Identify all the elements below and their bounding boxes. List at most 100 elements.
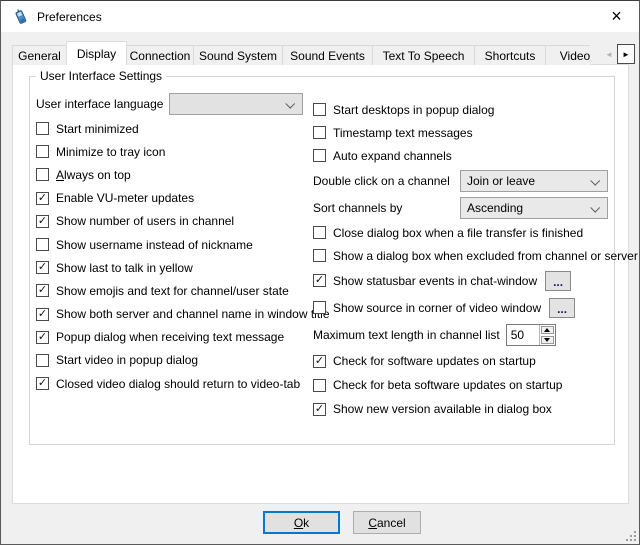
window-title: Preferences <box>37 10 102 24</box>
close-button[interactable]: × <box>594 1 639 32</box>
checkbox[interactable] <box>36 168 49 181</box>
tab-sound-events[interactable]: Sound Events <box>282 45 373 65</box>
checkbox-label[interactable]: Show new version available in dialog box <box>333 402 552 416</box>
checkbox-label[interactable]: Show source in corner of video window <box>333 301 541 315</box>
checkbox-label[interactable]: Closed video dialog should return to vid… <box>56 377 300 391</box>
checkbox[interactable] <box>36 122 49 135</box>
checkbox[interactable] <box>313 379 326 392</box>
tab-connection[interactable]: Connection <box>126 45 194 65</box>
checkbox[interactable] <box>313 249 326 262</box>
tab-sound-system[interactable]: Sound System <box>193 45 283 65</box>
cancel-button[interactable]: Cancel <box>353 511 421 534</box>
checkbox[interactable]: ✓ <box>36 308 49 321</box>
spinner-label: Maximum text length in channel list <box>313 328 500 342</box>
group-title: User Interface Settings <box>36 69 166 83</box>
dropdown-row: Double click on a channel Join or leave <box>313 167 615 194</box>
checkbox[interactable] <box>36 354 49 367</box>
arrow-up-icon <box>544 328 550 332</box>
checkbox-row: ✓ Popup dialog when receiving text messa… <box>36 326 312 349</box>
video-source-ellipsis-button[interactable]: ... <box>549 298 575 318</box>
checkbox-label[interactable]: Always on top <box>56 168 131 182</box>
checkbox-label[interactable]: Show last to talk in yellow <box>56 261 193 275</box>
checkbox[interactable] <box>313 126 326 139</box>
checkbox[interactable]: ✓ <box>36 377 49 390</box>
sort-channels-combobox[interactable]: Ascending <box>460 197 608 219</box>
checkbox[interactable]: ✓ <box>36 192 49 205</box>
checkbox[interactable] <box>313 103 326 116</box>
tab-shortcuts[interactable]: Shortcuts <box>474 45 546 65</box>
checkbox-row: Timestamp text messages <box>313 121 615 144</box>
checkbox[interactable] <box>313 301 326 314</box>
checkbox-label[interactable]: Minimize to tray icon <box>56 145 165 159</box>
checkbox-row: Minimize to tray icon <box>36 140 312 163</box>
tab-general[interactable]: General <box>12 45 67 65</box>
checkbox-label[interactable]: Check for beta software updates on start… <box>333 378 562 392</box>
checkbox[interactable] <box>313 149 326 162</box>
checkbox[interactable]: ✓ <box>313 274 326 287</box>
tabs-clip: General Display Connection Sound System … <box>12 41 590 65</box>
spinner-value[interactable]: 50 <box>507 325 539 345</box>
ok-button[interactable]: Ok <box>263 511 340 534</box>
checkbox[interactable] <box>36 238 49 251</box>
tab-scroll-right-button[interactable]: ► <box>617 44 635 64</box>
double-click-combobox[interactable]: Join or leave <box>460 170 608 192</box>
app-icon <box>12 9 28 25</box>
statusbar-events-ellipsis-button[interactable]: ... <box>545 271 571 291</box>
arrow-down-icon <box>544 338 550 342</box>
spinner-down-button[interactable] <box>541 336 554 344</box>
checkbox-label[interactable]: Start minimized <box>56 122 139 136</box>
checkbox-label[interactable]: Show a dialog box when excluded from cha… <box>333 249 638 263</box>
resize-grip-icon[interactable] <box>623 528 636 541</box>
checkbox[interactable]: ✓ <box>36 284 49 297</box>
checkbox-row: Show username instead of nickname <box>36 233 312 256</box>
double-click-combobox-value: Join or leave <box>467 174 535 188</box>
checkbox[interactable]: ✓ <box>313 403 326 416</box>
dialog-footer: Ok Cancel <box>1 511 640 534</box>
language-combobox[interactable] <box>169 93 303 115</box>
checkbox-label[interactable]: Show statusbar events in chat-window <box>333 274 537 288</box>
language-row: User interface language <box>36 91 312 117</box>
tab-display[interactable]: Display <box>66 41 127 65</box>
checkbox-label[interactable]: Start video in popup dialog <box>56 353 198 367</box>
dropdown-label: Double click on a channel <box>313 174 460 188</box>
dropdown-label: Sort channels by <box>313 201 460 215</box>
checkbox-label[interactable]: Check for software updates on startup <box>333 354 536 368</box>
checkbox-row: ✓ Show emojis and text for channel/user … <box>36 279 312 302</box>
max-text-length-spinner[interactable]: 50 <box>506 324 556 346</box>
checkbox-row: Auto expand channels <box>313 144 615 167</box>
tab-text-to-speech[interactable]: Text To Speech <box>372 45 475 65</box>
sort-channels-combobox-value: Ascending <box>467 201 523 215</box>
checkbox-label[interactable]: Show username instead of nickname <box>56 238 253 252</box>
spinner-up-button[interactable] <box>541 326 554 334</box>
checkbox[interactable]: ✓ <box>36 331 49 344</box>
checkbox-label[interactable]: Enable VU-meter updates <box>56 191 194 205</box>
checkbox-row: ✓ Show last to talk in yellow <box>36 256 312 279</box>
checkbox-label[interactable]: Show number of users in channel <box>56 214 234 228</box>
checkbox[interactable]: ✓ <box>313 355 326 368</box>
checkbox-row: Check for beta software updates on start… <box>313 373 615 397</box>
checkbox-label[interactable]: Show both server and channel name in win… <box>56 307 330 321</box>
checkbox[interactable]: ✓ <box>36 261 49 274</box>
checkbox-row: Start minimized <box>36 117 312 140</box>
checkbox-row: ✓ Check for software updates on startup <box>313 349 615 373</box>
checkbox[interactable]: ✓ <box>36 215 49 228</box>
titlebar[interactable]: Preferences × <box>1 1 639 32</box>
checkbox-label[interactable]: Timestamp text messages <box>333 126 473 140</box>
checkbox-row: Start video in popup dialog <box>36 349 312 372</box>
tab-video[interactable]: Video <box>545 45 590 65</box>
checkbox-label[interactable]: Show emojis and text for channel/user st… <box>56 284 289 298</box>
checkbox-row: ✓ Show number of users in channel <box>36 210 312 233</box>
checkbox-row: Start desktops in popup dialog <box>313 98 615 121</box>
checkbox-label[interactable]: Close dialog box when a file transfer is… <box>333 226 583 240</box>
spinner-row: Maximum text length in channel list 50 <box>313 321 615 349</box>
display-tab-page: User Interface Settings User interface l… <box>12 64 629 504</box>
language-label: User interface language <box>36 97 169 111</box>
checkbox-label[interactable]: Start desktops in popup dialog <box>333 103 494 117</box>
checkbox[interactable] <box>313 226 326 239</box>
checkbox[interactable] <box>36 145 49 158</box>
checkbox-label[interactable]: Auto expand channels <box>333 149 452 163</box>
chevron-down-icon <box>590 202 600 212</box>
user-interface-settings-group: User Interface Settings User interface l… <box>29 76 615 445</box>
checkbox-label[interactable]: Popup dialog when receiving text message <box>56 330 284 344</box>
preferences-dialog: Preferences × General Display Connection… <box>0 0 640 545</box>
